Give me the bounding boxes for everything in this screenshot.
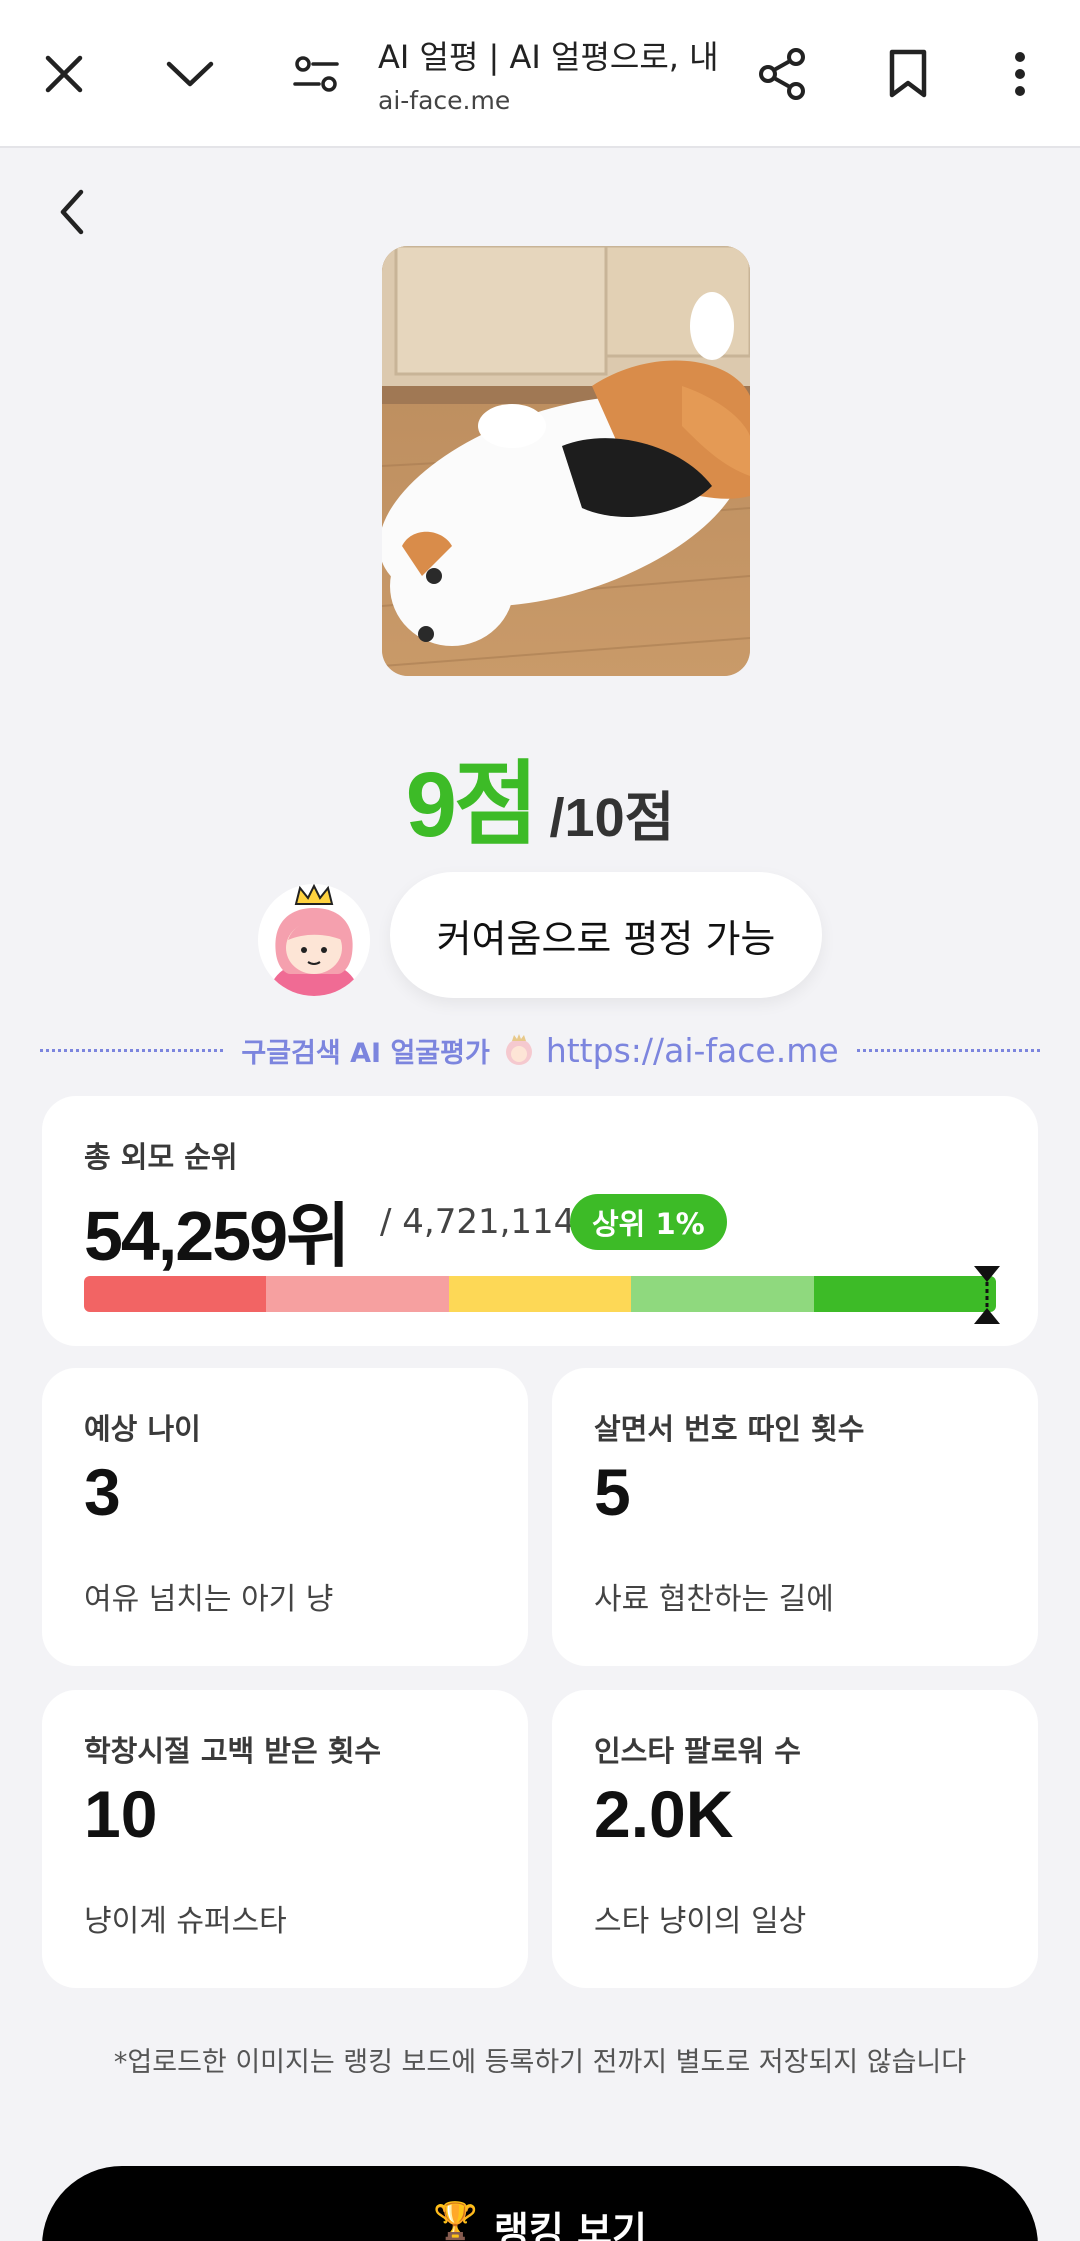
- rank-value: 54,259위: [84, 1197, 351, 1275]
- page-title[interactable]: AI 얼평 | AI 얼평으로, 내 ...: [378, 32, 728, 78]
- promo-banner[interactable]: 구글검색 AI 얼굴평가 https://ai-face.me: [40, 1026, 1040, 1074]
- stat-description: 여유 넘치는 아기 냥: [84, 1582, 334, 1617]
- ranking-bar-segment: [84, 1276, 267, 1312]
- promo-text: 구글검색 AI 얼굴평가: [241, 1037, 490, 1069]
- result-comment-bubble: 커여움으로 평정 가능: [390, 872, 822, 998]
- privacy-disclaimer: *업로드한 이미지는 랭킹 보드에 등록하기 전까지 별도로 저장되지 않습니다: [113, 2047, 967, 2078]
- stat-description: 스타 냥이의 일상: [594, 1904, 807, 1939]
- ranking-label: 총 외모 순위: [84, 1140, 238, 1174]
- stat-label: 예상 나이: [84, 1412, 201, 1446]
- tune-icon: [293, 56, 339, 92]
- percentile-badge: 상위 1%: [570, 1194, 727, 1250]
- ranking-bar-segment: [266, 1276, 449, 1312]
- stat-card-number-asked: 살면서 번호 따인 횟수 5 사료 협찬하는 길에: [552, 1368, 1038, 1666]
- uploaded-cat-photo: [382, 246, 750, 676]
- chevron-left-icon: [60, 189, 84, 235]
- stat-value: 3: [84, 1455, 121, 1529]
- stat-card-followers: 인스타 팔로워 수 2.0K 스타 냥이의 일상: [552, 1690, 1038, 1988]
- promo-divider-right: [856, 1048, 1040, 1052]
- rank-position-marker: [973, 1266, 1000, 1324]
- ranking-card: 총 외모 순위 54,259위 / 4,721,114 상위 1%: [42, 1096, 1038, 1346]
- chevron-down-icon: [166, 61, 214, 87]
- back-button[interactable]: [40, 180, 104, 244]
- share-button[interactable]: [742, 34, 822, 114]
- close-tab-button[interactable]: [24, 34, 104, 114]
- stat-card-age: 예상 나이 3 여유 넘치는 아기 냥: [42, 1368, 528, 1666]
- more-vert-icon: [1015, 52, 1025, 96]
- view-ranking-button[interactable]: 🏆 랭킹 보기: [42, 2166, 1038, 2241]
- stat-description: 사료 협찬하는 길에: [594, 1582, 834, 1617]
- share-icon: [759, 48, 805, 100]
- ranking-bar: [84, 1276, 996, 1312]
- stat-value: 5: [594, 1455, 631, 1529]
- stat-label: 학창시절 고백 받은 횟수: [84, 1734, 382, 1768]
- page-url[interactable]: ai-face.me: [378, 86, 510, 115]
- rank-total: / 4,721,114: [380, 1202, 576, 1242]
- trophy-icon: 🏆: [433, 2201, 478, 2241]
- promo-divider-left: [40, 1048, 224, 1052]
- stat-value: 2.0K: [594, 1777, 734, 1851]
- stat-label: 살면서 번호 따인 횟수: [594, 1412, 865, 1446]
- bookmark-icon: [889, 49, 927, 98]
- ranking-bar-segment: [813, 1276, 996, 1312]
- stat-card-confessions: 학창시절 고백 받은 횟수 10 냥이계 슈퍼스타: [42, 1690, 528, 1988]
- ranking-bar-segment: [631, 1276, 814, 1312]
- mascot-avatar: [258, 884, 370, 996]
- stat-description: 냥이계 슈퍼스타: [84, 1904, 287, 1939]
- minimize-button[interactable]: [150, 34, 230, 114]
- mascot-mini-icon: [505, 1034, 532, 1065]
- ranking-bar-segment: [448, 1276, 632, 1312]
- browser-toolbar: AI 얼평 | AI 얼평으로, 내 ... ai-face.me: [0, 0, 1080, 148]
- site-settings-button[interactable]: [276, 34, 356, 114]
- score-value: 9점: [405, 754, 539, 856]
- score-total: /10점: [549, 788, 675, 848]
- promo-url-link[interactable]: https://ai-face.me: [546, 1031, 839, 1070]
- score-display: 9점/10점: [0, 730, 1080, 863]
- close-icon: [45, 55, 83, 93]
- stat-label: 인스타 팔로워 수: [594, 1734, 801, 1768]
- view-ranking-label: 랭킹 보기: [493, 2209, 647, 2241]
- stat-value: 10: [84, 1777, 158, 1851]
- more-options-button[interactable]: [980, 34, 1060, 114]
- bookmark-button[interactable]: [868, 34, 948, 114]
